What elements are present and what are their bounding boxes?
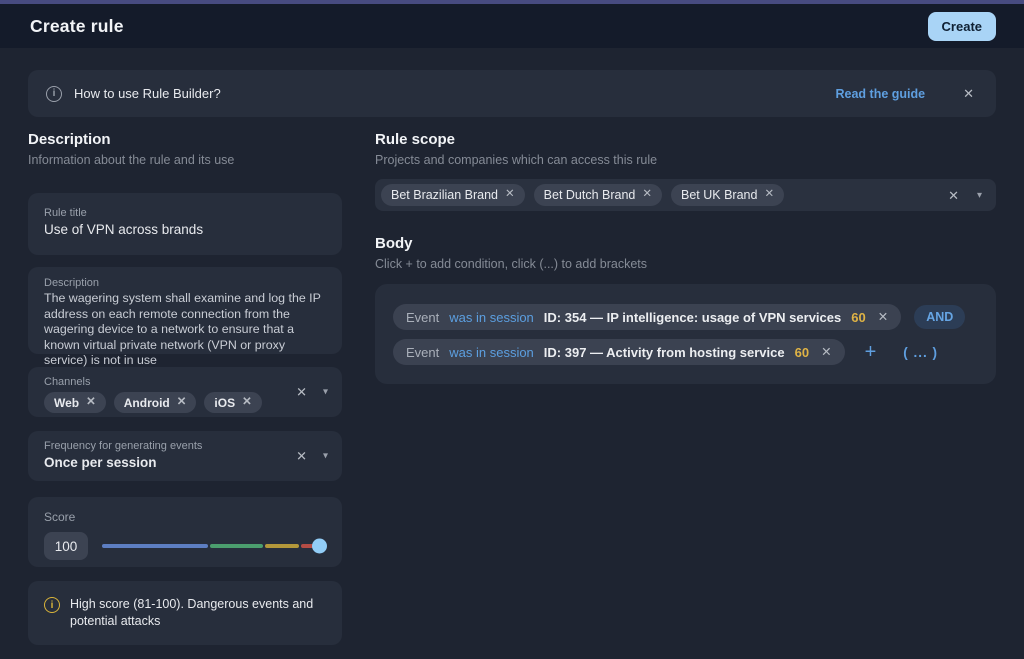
add-brackets-button[interactable]: ( ... ): [903, 345, 938, 360]
condition-remove-icon[interactable]: ✕: [878, 311, 888, 324]
chip-label: Android: [124, 396, 170, 410]
slider-segment-low: [102, 544, 208, 548]
scope-dropdown-icon[interactable]: ▾: [977, 190, 982, 201]
condition-value: ID: 397 — Activity from hosting service: [544, 345, 785, 360]
rule-description-label: Description: [44, 277, 326, 289]
chip-remove-icon[interactable]: ✕: [86, 397, 96, 409]
chip-remove-icon[interactable]: ✕: [242, 397, 252, 409]
rule-description-value: The wagering system shall examine and lo…: [44, 291, 326, 369]
rule-title-label: Rule title: [44, 207, 326, 219]
body-heading: Body: [375, 235, 996, 252]
condition-score: 60: [795, 345, 809, 360]
frequency-label: Frequency for generating events: [44, 440, 326, 452]
chip-remove-icon[interactable]: ✕: [642, 189, 652, 201]
channels-field[interactable]: Channels Web ✕ Android ✕ iOS ✕ ✕ ▾: [28, 367, 342, 417]
channel-chip-web[interactable]: Web ✕: [44, 392, 106, 413]
frequency-value: Once per session: [44, 455, 326, 470]
read-the-guide-link[interactable]: Read the guide: [836, 87, 926, 101]
page-title: Create rule: [30, 16, 124, 37]
channel-chips: Web ✕ Android ✕ iOS ✕: [44, 392, 326, 413]
channel-chip-android[interactable]: Android ✕: [114, 392, 197, 413]
rule-title-field[interactable]: Rule title Use of VPN across brands: [28, 193, 342, 255]
rule-scope-heading: Rule scope: [375, 131, 996, 148]
description-section: Description Information about the rule a…: [28, 131, 342, 645]
frequency-dropdown-icon[interactable]: ▾: [323, 451, 328, 462]
chip-label: Bet UK Brand: [681, 188, 757, 202]
channels-dropdown-icon[interactable]: ▾: [323, 387, 328, 398]
add-condition-button[interactable]: +: [865, 342, 877, 362]
condition-type: Event: [406, 310, 439, 325]
create-rule-page: Create rule Create i How to use Rule Bui…: [0, 0, 1024, 659]
scope-chip-uk[interactable]: Bet UK Brand ✕: [671, 184, 784, 206]
channel-chip-ios[interactable]: iOS ✕: [204, 392, 261, 413]
chip-remove-icon[interactable]: ✕: [177, 397, 187, 409]
chip-label: Web: [54, 396, 79, 410]
score-note: i High score (81-100). Dangerous events …: [28, 581, 342, 645]
description-subheading: Information about the rule and its use: [28, 153, 342, 167]
slider-thumb[interactable]: [312, 539, 327, 554]
description-heading: Description: [28, 131, 342, 148]
chip-remove-icon[interactable]: ✕: [505, 189, 515, 201]
and-connector[interactable]: AND: [914, 305, 965, 329]
condition-remove-icon[interactable]: ✕: [821, 346, 831, 359]
score-slider[interactable]: [102, 544, 320, 548]
condition-operator[interactable]: was in session: [449, 310, 534, 325]
condition-type: Event: [406, 345, 439, 360]
scope-clear-icon[interactable]: ✕: [948, 189, 959, 202]
condition-row: Event was in session ID: 397 — Activity …: [393, 339, 978, 365]
condition-pill-2[interactable]: Event was in session ID: 397 — Activity …: [393, 339, 845, 365]
rule-body-card: Event was in session ID: 354 — IP intell…: [375, 284, 996, 384]
frequency-field[interactable]: Frequency for generating events Once per…: [28, 431, 342, 481]
top-bar: Create rule Create: [0, 0, 1024, 48]
rule-scope-field[interactable]: Bet Brazilian Brand ✕ Bet Dutch Brand ✕ …: [375, 179, 996, 211]
score-field: Score 100: [28, 497, 342, 567]
frequency-clear-icon[interactable]: ✕: [296, 450, 307, 463]
score-value-input[interactable]: 100: [44, 532, 88, 560]
scope-chip-dutch[interactable]: Bet Dutch Brand ✕: [534, 184, 662, 206]
slider-segment-medium: [210, 544, 263, 548]
rule-description-field[interactable]: Description The wagering system shall ex…: [28, 267, 342, 354]
chip-label: iOS: [214, 396, 235, 410]
score-note-text: High score (81-100). Dangerous events an…: [70, 596, 320, 630]
condition-row: Event was in session ID: 354 — IP intell…: [393, 304, 978, 330]
chip-label: Bet Dutch Brand: [544, 188, 636, 202]
banner-close-icon[interactable]: ✕: [963, 87, 974, 100]
rule-scope-subheading: Projects and companies which can access …: [375, 153, 996, 167]
condition-score: 60: [851, 310, 865, 325]
score-label: Score: [44, 510, 326, 524]
channels-clear-icon[interactable]: ✕: [296, 386, 307, 399]
banner-text: How to use Rule Builder?: [74, 86, 221, 101]
body-subheading: Click + to add condition, click (...) to…: [375, 257, 996, 271]
rule-builder-banner: i How to use Rule Builder? Read the guid…: [28, 70, 996, 117]
warning-info-icon: i: [44, 597, 60, 613]
info-icon: i: [46, 86, 62, 102]
channels-label: Channels: [44, 376, 326, 388]
rule-title-value: Use of VPN across brands: [44, 222, 326, 237]
condition-value: ID: 354 — IP intelligence: usage of VPN …: [544, 310, 841, 325]
condition-pill-1[interactable]: Event was in session ID: 354 — IP intell…: [393, 304, 901, 330]
rule-scope-and-body: Rule scope Projects and companies which …: [375, 131, 996, 384]
chip-label: Bet Brazilian Brand: [391, 188, 498, 202]
create-button[interactable]: Create: [928, 12, 996, 41]
condition-operator[interactable]: was in session: [449, 345, 534, 360]
scope-chip-brazilian[interactable]: Bet Brazilian Brand ✕: [381, 184, 525, 206]
chip-remove-icon[interactable]: ✕: [764, 189, 774, 201]
slider-segment-high: [265, 544, 299, 548]
